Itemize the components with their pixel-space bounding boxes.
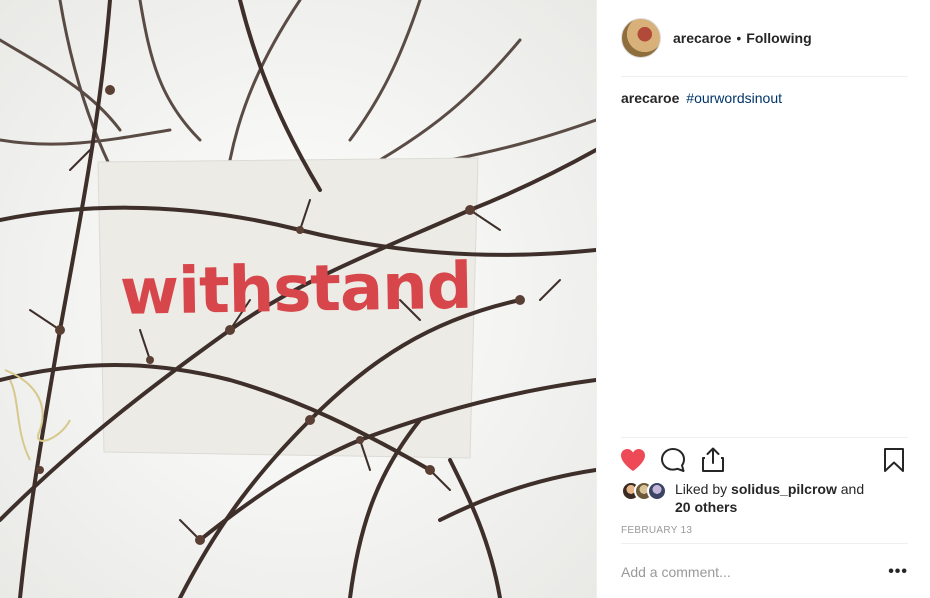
- save-button[interactable]: [880, 446, 908, 474]
- caption-hashtag[interactable]: #ourwordsinout: [686, 90, 782, 106]
- post-image[interactable]: withstand: [0, 0, 596, 598]
- heart-filled-icon: [621, 449, 645, 471]
- author-avatar[interactable]: [621, 18, 661, 58]
- post-header: arecaroe • Following: [621, 17, 908, 59]
- share-button[interactable]: [699, 446, 727, 474]
- post-date[interactable]: FEBRUARY 13: [621, 525, 692, 536]
- speech-bubble-icon: [661, 448, 685, 472]
- likes-text: Liked by solidus_pilcrow and 20 others: [675, 480, 864, 516]
- likes-joiner: and: [836, 481, 865, 497]
- liker-avatar[interactable]: [647, 481, 667, 501]
- liker-avatars[interactable]: [621, 481, 667, 501]
- likes-others-link[interactable]: 20 others: [675, 499, 737, 515]
- header-separator: •: [736, 30, 742, 46]
- post-side-panel: arecaroe • Following arecaroe #ourwordsi…: [596, 0, 930, 598]
- actions-divider: [621, 437, 908, 438]
- comment-button[interactable]: [659, 446, 687, 474]
- following-button[interactable]: Following: [746, 30, 811, 46]
- post-caption: arecaroe #ourwordsinout: [621, 90, 782, 106]
- author-username[interactable]: arecaroe: [673, 30, 731, 46]
- liker-username[interactable]: solidus_pilcrow: [731, 481, 837, 497]
- header-divider: [621, 76, 908, 77]
- caption-username[interactable]: arecaroe: [621, 90, 679, 106]
- comment-bar: •••: [621, 560, 908, 584]
- post-dialog: withstand arecaroe • Following arecaroe …: [0, 0, 930, 598]
- card-word-text: withstand: [119, 249, 473, 330]
- share-upload-icon: [702, 447, 724, 472]
- likes-prefix: Liked by: [675, 481, 732, 497]
- comment-divider: [621, 543, 908, 544]
- comment-input[interactable]: [621, 564, 889, 580]
- more-options-button[interactable]: •••: [888, 563, 908, 581]
- ellipsis-icon: •••: [888, 563, 908, 580]
- bookmark-icon: [884, 448, 904, 472]
- likes-summary: Liked by solidus_pilcrow and 20 others: [621, 480, 908, 516]
- action-bar: [619, 446, 908, 474]
- like-button[interactable]: [619, 446, 647, 474]
